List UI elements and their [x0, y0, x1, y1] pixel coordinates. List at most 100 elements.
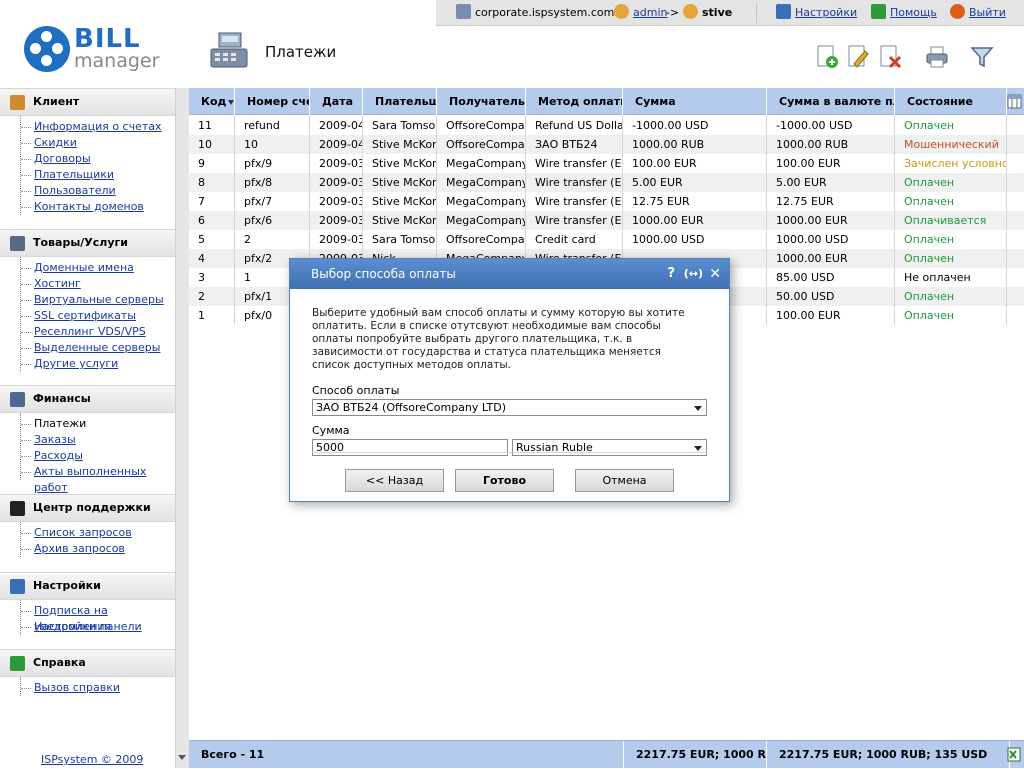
table-row[interactable]: 5 2 2009-03 Sara Tomso OffsoreCompa Credit ca…: [189, 230, 1024, 249]
cancel-button[interactable]: Отмена: [575, 469, 674, 492]
sidebar-item[interactable]: Платежи: [21, 416, 175, 432]
table-cell: pfx/8: [235, 173, 310, 192]
table-cell: 85.00 USD: [767, 268, 895, 287]
admin-user[interactable]: admin: [614, 0, 667, 26]
sidebar-item-label[interactable]: Вызов справки: [34, 681, 120, 694]
sidebar-item[interactable]: Скидки: [21, 135, 175, 151]
column-header[interactable]: Метод оплаты: [526, 88, 623, 115]
close-icon[interactable]: ✕: [709, 259, 721, 289]
table-row[interactable]: 7 pfx/7 2009-03 Stive McKor MegaCompany Wire …: [189, 192, 1024, 211]
admin-link[interactable]: admin: [633, 6, 667, 19]
expand-icon[interactable]: (↔): [684, 259, 703, 289]
print-icon[interactable]: [924, 44, 950, 70]
table-row[interactable]: 8 pfx/8 2009-03 Stive McKor MegaCompany Wire …: [189, 173, 1024, 192]
sidebar-item-label[interactable]: Скидки: [34, 136, 77, 149]
sidebar-item[interactable]: Архив запросов: [21, 541, 175, 557]
currency-select[interactable]: Russian Ruble: [512, 439, 707, 456]
sidebar-item[interactable]: Заказы: [21, 432, 175, 448]
settings-link-wrap[interactable]: Настройки: [776, 0, 857, 26]
sidebar-item-label[interactable]: SSL сертификаты: [34, 309, 136, 322]
delete-icon[interactable]: [877, 44, 903, 70]
sidebar-item-label[interactable]: Список запросов: [34, 526, 132, 539]
sidebar-list: Платежи Заказы Расходы Акты выполненных раб…: [20, 413, 175, 494]
sidebar-group: Справка Вызов справки: [0, 649, 175, 696]
add-icon[interactable]: [814, 44, 840, 70]
amount-input[interactable]: 5000: [312, 439, 508, 456]
sidebar-item[interactable]: Акты выполненных работ: [21, 464, 175, 494]
sidebar-item-label[interactable]: Виртуальные серверы: [34, 293, 164, 306]
collapse-arrow-icon[interactable]: [178, 755, 186, 760]
column-header[interactable]: Состояние: [895, 88, 1007, 115]
column-header[interactable]: Сумма: [623, 88, 767, 115]
sidebar-group-header[interactable]: Настройки: [0, 572, 175, 600]
logout-link[interactable]: Выйти: [969, 6, 1006, 19]
sidebar-item[interactable]: Плательщики: [21, 167, 175, 183]
logout-link-wrap[interactable]: Выйти: [950, 0, 1006, 26]
table-cell: OffsoreCompa: [437, 116, 526, 135]
excel-export-icon[interactable]: [1007, 747, 1021, 762]
sidebar-item[interactable]: Контакты доменов: [21, 199, 175, 215]
sidebar-item[interactable]: Доменные имена: [21, 260, 175, 276]
sidebar-group-header[interactable]: Центр поддержки: [0, 494, 175, 522]
back-button[interactable]: << Назад: [345, 469, 444, 492]
sidebar-item[interactable]: Пользователи: [21, 183, 175, 199]
help-icon: [10, 656, 25, 671]
sidebar-item[interactable]: Настройки панели: [21, 619, 175, 635]
sidebar-group-header[interactable]: Справка: [0, 649, 175, 677]
sidebar-item-label[interactable]: Архив запросов: [34, 542, 125, 555]
column-header[interactable]: Получатель: [437, 88, 526, 115]
sidebar-item-label[interactable]: Информация о счетах: [34, 120, 162, 133]
column-header[interactable]: Дата: [310, 88, 363, 115]
sidebar-splitter[interactable]: [175, 88, 189, 768]
sidebar-item[interactable]: Выделенные серверы: [21, 340, 175, 356]
sidebar-item-label[interactable]: Реселлинг VDS/VPS: [34, 325, 146, 338]
column-header[interactable]: Сумма в валюте пл: [767, 88, 895, 115]
sidebar-item[interactable]: Хостинг: [21, 276, 175, 292]
sidebar-item-label[interactable]: Акты выполненных работ: [34, 465, 146, 494]
sidebar-item[interactable]: Договоры: [21, 151, 175, 167]
help-link[interactable]: Помощь: [890, 6, 937, 19]
columns-settings-icon[interactable]: [1007, 94, 1022, 109]
sidebar-group-header[interactable]: Клиент: [0, 88, 175, 116]
sidebar-item-label[interactable]: Платежи: [34, 417, 86, 430]
sidebar-group-header[interactable]: Финансы: [0, 385, 175, 413]
sidebar-item[interactable]: Подписка на уведомления: [21, 603, 175, 633]
help-icon[interactable]: ?: [667, 259, 675, 289]
payment-method-select[interactable]: ЗАО ВТБ24 (OffsoreCompany LTD): [312, 399, 707, 416]
sidebar-item-label[interactable]: Контакты доменов: [34, 200, 144, 213]
sidebar-item-label[interactable]: Расходы: [34, 449, 83, 462]
settings-link[interactable]: Настройки: [795, 6, 857, 19]
sidebar-item-label[interactable]: Плательщики: [34, 168, 114, 181]
sidebar-item[interactable]: Информация о счетах: [21, 119, 175, 135]
sidebar-item[interactable]: Реселлинг VDS/VPS: [21, 324, 175, 340]
sidebar-item[interactable]: Список запросов: [21, 525, 175, 541]
table-row[interactable]: 9 pfx/9 2009-03 Stive McKor MegaCompany Wire …: [189, 154, 1024, 173]
sidebar-item[interactable]: Виртуальные серверы: [21, 292, 175, 308]
column-header[interactable]: Плательщ: [363, 88, 437, 115]
table-row[interactable]: 10 10 2009-04 Stive McKor OffsoreCompa ЗАО ВТ…: [189, 135, 1024, 154]
column-header[interactable]: Номер сче: [235, 88, 310, 115]
sidebar-item-label[interactable]: Выделенные серверы: [34, 341, 160, 354]
copyright-link[interactable]: ISPsystem © 2009: [41, 753, 143, 766]
sidebar-item-label[interactable]: Договоры: [34, 152, 91, 165]
sidebar-item-label[interactable]: Заказы: [34, 433, 76, 446]
sidebar-item-label[interactable]: Доменные имена: [34, 261, 134, 274]
sidebar-item-label[interactable]: Другие услуги: [34, 357, 118, 370]
sidebar-group-header[interactable]: Товары/Услуги: [0, 229, 175, 257]
table-cell: 50.00 USD: [767, 287, 895, 306]
sidebar-item-label[interactable]: Хостинг: [34, 277, 81, 290]
done-button[interactable]: Готово: [455, 469, 554, 492]
dialog-titlebar[interactable]: Выбор способа оплаты ? (↔) ✕: [290, 259, 729, 289]
sidebar-item[interactable]: SSL сертификаты: [21, 308, 175, 324]
sidebar-item[interactable]: Вызов справки: [21, 680, 175, 696]
filter-icon[interactable]: [969, 44, 995, 70]
help-link-wrap[interactable]: Помощь: [871, 0, 937, 26]
table-row[interactable]: 11 refund 2009-04 Sara Tomso OffsoreCompa Ref…: [189, 116, 1024, 135]
sidebar-item[interactable]: Расходы: [21, 448, 175, 464]
sidebar-item-label[interactable]: Настройки панели: [34, 620, 142, 633]
sidebar-item-label[interactable]: Пользователи: [34, 184, 116, 197]
sidebar-item[interactable]: Другие услуги: [21, 356, 175, 372]
column-header[interactable]: Код: [189, 88, 235, 115]
table-row[interactable]: 6 pfx/6 2009-03 Stive McKor MegaCompany Wire …: [189, 211, 1024, 230]
edit-icon[interactable]: [845, 44, 871, 70]
